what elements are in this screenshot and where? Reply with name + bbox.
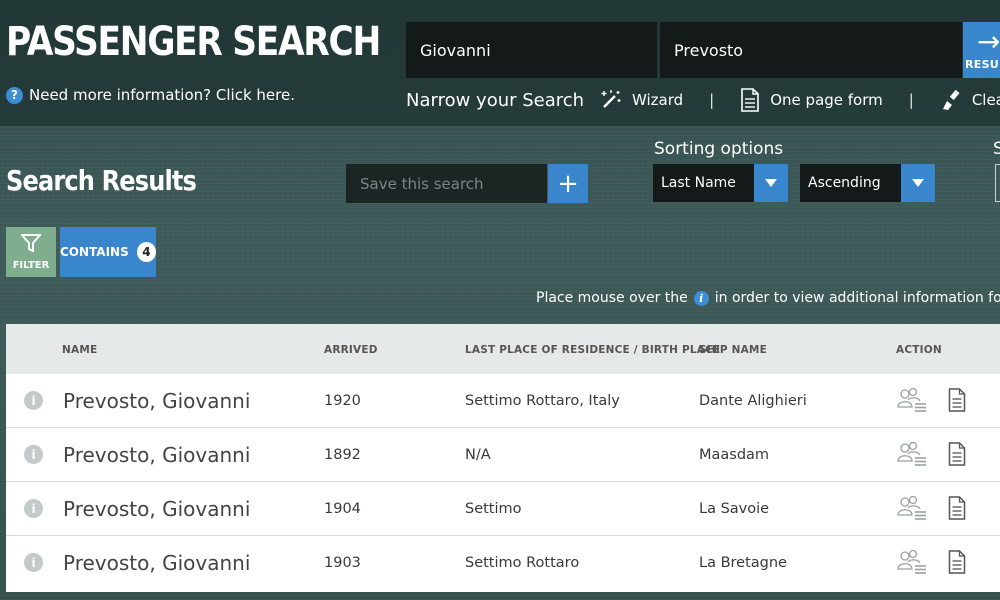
plus-icon: + xyxy=(557,168,579,199)
divider: | xyxy=(709,91,715,109)
sort-field-select[interactable]: Last Name xyxy=(653,164,788,202)
document-icon[interactable] xyxy=(948,550,966,578)
info-icon[interactable]: i xyxy=(24,391,43,410)
results-button-label: RESULTS xyxy=(965,58,1000,71)
people-list-icon[interactable] xyxy=(896,495,928,525)
column-header-ship[interactable]: SHIP NAME xyxy=(699,344,767,356)
passenger-name[interactable]: Prevosto, Giovanni xyxy=(63,497,250,521)
one-page-form-label: One page form xyxy=(770,91,883,109)
ship-name: Dante Alighieri xyxy=(699,393,807,409)
info-icon: i xyxy=(693,290,709,306)
wizard-link-label: Wizard xyxy=(632,91,684,109)
clear-link[interactable]: Clear xyxy=(940,89,1000,111)
table-header: NAME ARRIVED LAST PLACE OF RESIDENCE / B… xyxy=(6,324,1000,374)
people-list-icon[interactable] xyxy=(896,387,928,417)
caret-down-icon xyxy=(901,164,935,202)
divider: | xyxy=(908,91,914,109)
save-search-button[interactable]: + xyxy=(548,164,588,203)
sort-order-select[interactable]: Ascending xyxy=(800,164,935,202)
column-header-action: ACTION xyxy=(896,344,942,356)
magic-wand-icon xyxy=(600,89,622,111)
residence: Settimo Rottaro, Italy xyxy=(465,393,620,409)
secondary-select[interactable] xyxy=(995,164,1000,202)
results-table: NAME ARRIVED LAST PLACE OF RESIDENCE / B… xyxy=(6,324,1000,592)
document-icon[interactable] xyxy=(948,496,966,524)
help-link-label: Need more information? Click here. xyxy=(29,86,295,104)
passenger-name[interactable]: Prevosto, Giovanni xyxy=(63,389,250,413)
question-icon: ? xyxy=(6,86,23,104)
contains-count-badge: 4 xyxy=(136,242,156,262)
info-icon[interactable]: i xyxy=(24,553,43,572)
sorting-options-label: Sorting options xyxy=(654,139,784,159)
residence: Settimo Rottaro xyxy=(465,555,580,571)
ship-name: La Savoie xyxy=(699,501,770,517)
arrived-year: 1904 xyxy=(324,501,361,517)
passenger-name[interactable]: Prevosto, Giovanni xyxy=(63,551,250,575)
document-icon[interactable] xyxy=(948,442,966,470)
page-title: PASSENGER SEARCH xyxy=(6,19,381,65)
document-icon[interactable] xyxy=(948,388,966,416)
save-search-input[interactable] xyxy=(346,164,547,203)
contains-button[interactable]: CONTAINS 4 xyxy=(60,227,156,277)
table-row: i Prevosto, Giovanni 1920 Settimo Rottar… xyxy=(6,374,1000,428)
sort-field-value: Last Name xyxy=(661,175,736,191)
info-icon[interactable]: i xyxy=(24,499,43,518)
funnel-icon xyxy=(19,233,43,256)
clear-link-label: Clear xyxy=(971,91,1000,109)
passenger-name[interactable]: Prevosto, Giovanni xyxy=(63,443,250,467)
sort-order-value: Ascending xyxy=(808,175,881,191)
column-header-residence[interactable]: LAST PLACE OF RESIDENCE / BIRTH PLACE xyxy=(465,344,720,356)
column-header-name[interactable]: NAME xyxy=(62,344,97,356)
info-icon[interactable]: i xyxy=(24,445,43,464)
info-hint: Place mouse over the i in order to view … xyxy=(536,290,1000,306)
ship-name: La Bretagne xyxy=(699,555,787,571)
residence: N/A xyxy=(465,447,491,463)
arrived-year: 1903 xyxy=(324,555,361,571)
help-link[interactable]: ? Need more information? Click here. xyxy=(6,86,295,104)
document-icon xyxy=(740,88,760,112)
brush-icon xyxy=(940,89,962,111)
one-page-form-link[interactable]: One page form xyxy=(740,88,883,112)
secondary-options-label: S xyxy=(993,139,1000,159)
first-name-input[interactable] xyxy=(406,22,657,78)
contains-button-label: CONTAINS xyxy=(60,245,129,259)
column-header-arrived[interactable]: ARRIVED xyxy=(324,344,378,356)
arrived-year: 1892 xyxy=(324,447,361,463)
info-hint-before: Place mouse over the xyxy=(536,290,688,306)
narrow-search-label: Narrow your Search xyxy=(406,90,585,111)
search-results-title: Search Results xyxy=(6,164,197,197)
wizard-link[interactable]: Wizard xyxy=(600,89,683,111)
last-name-input[interactable] xyxy=(660,22,962,78)
narrow-search-links: Wizard | One page form | Clear xyxy=(600,88,1000,112)
arrived-year: 1920 xyxy=(324,393,361,409)
info-hint-after: in order to view additional information … xyxy=(714,290,1000,306)
ship-name: Maasdam xyxy=(699,447,770,463)
results-button[interactable]: → RESULTS xyxy=(963,22,1000,78)
arrow-right-icon: → xyxy=(977,25,1000,58)
filter-button[interactable]: FILTER xyxy=(6,227,56,277)
table-row: i Prevosto, Giovanni 1892 N/A Maasdam xyxy=(6,428,1000,482)
residence: Settimo xyxy=(465,501,522,517)
people-list-icon[interactable] xyxy=(896,441,928,471)
filter-button-label: FILTER xyxy=(12,259,50,271)
caret-down-icon xyxy=(754,164,788,202)
table-row: i Prevosto, Giovanni 1903 Settimo Rottar… xyxy=(6,536,1000,590)
table-row: i Prevosto, Giovanni 1904 Settimo La Sav… xyxy=(6,482,1000,536)
people-list-icon[interactable] xyxy=(896,549,928,579)
